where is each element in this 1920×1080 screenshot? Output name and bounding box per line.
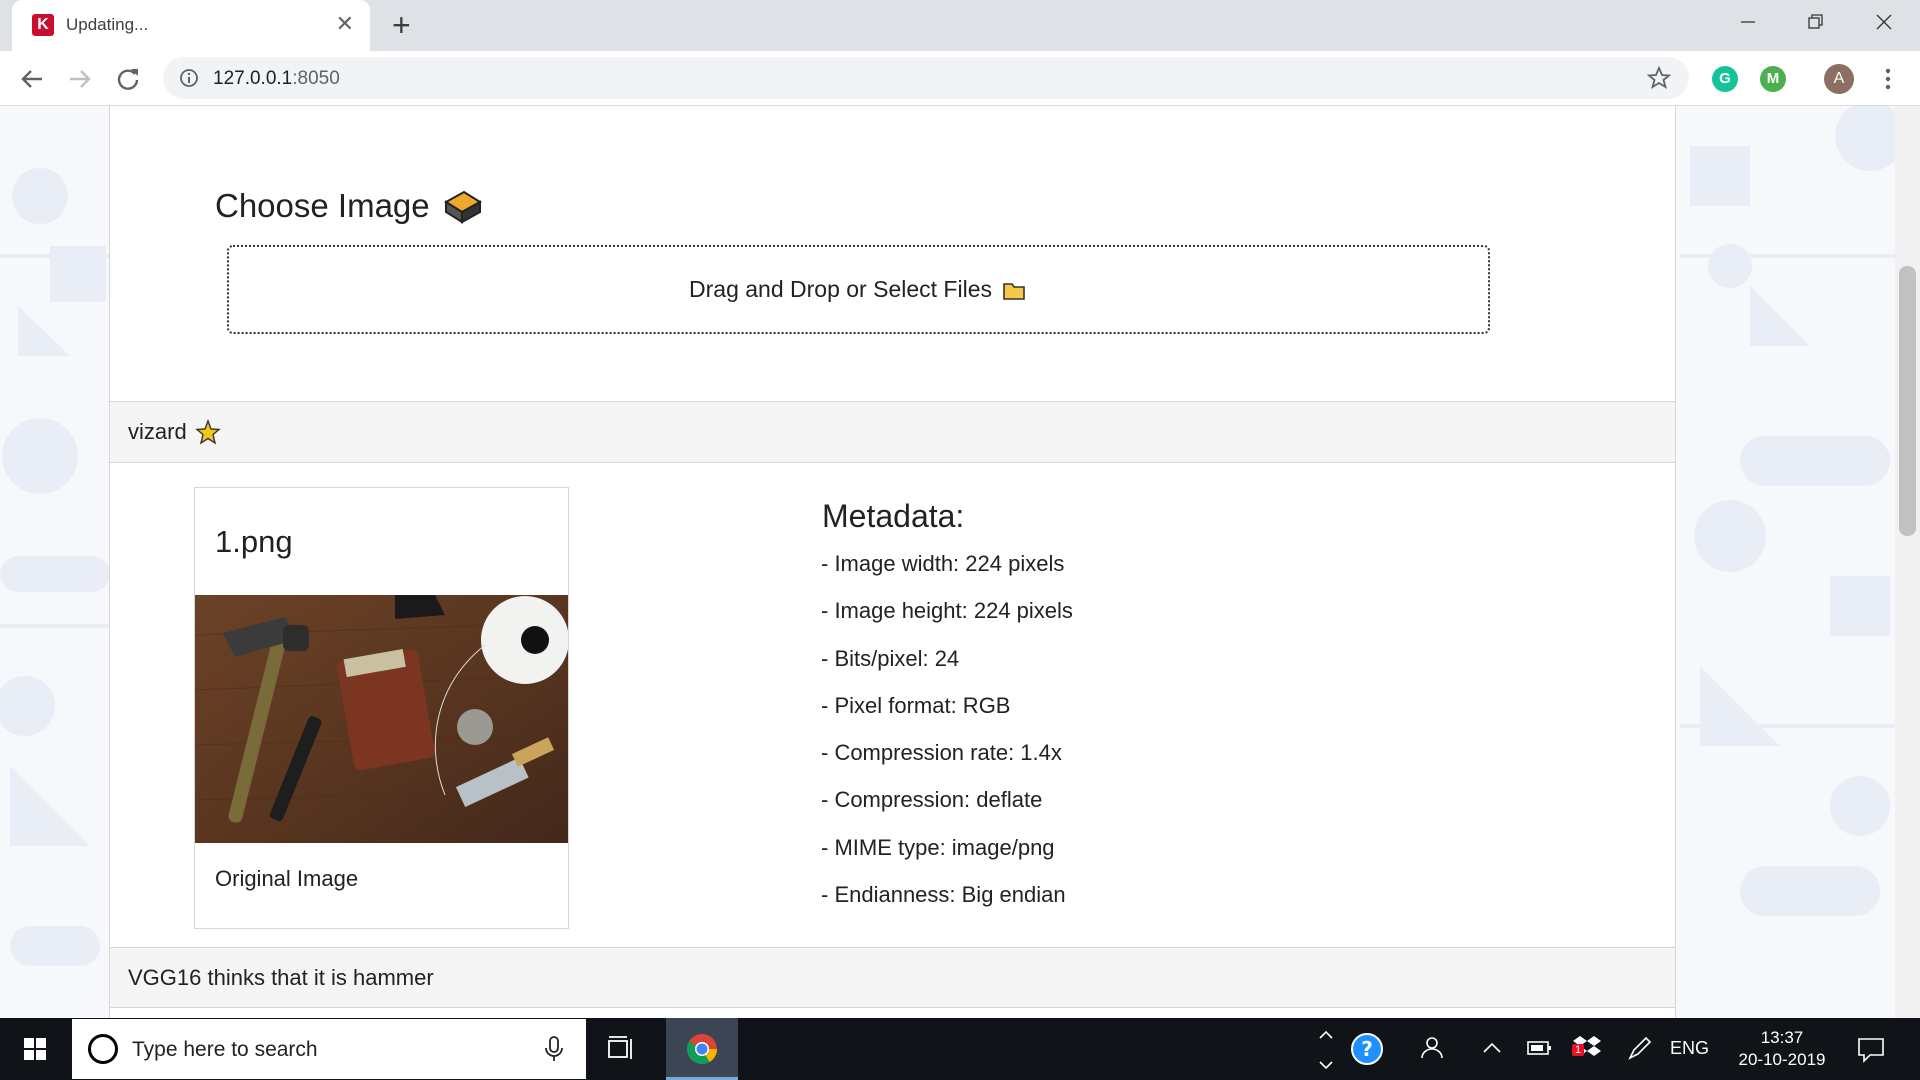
metadata-item: - Compression rate: 1.4x	[821, 740, 1062, 766]
page-scrollbar[interactable]	[1895, 106, 1920, 1018]
windows-taskbar: Type here to search ? 1 ENG 13:37 20-10-…	[0, 1018, 1920, 1080]
prediction-header: VGG16 thinks that it is hammer	[110, 948, 1675, 1008]
metadata-item: - Endianness: Big endian	[821, 882, 1066, 908]
pen-icon[interactable]	[1626, 1034, 1654, 1062]
browser-tab-strip: K Updating... ✕ +	[0, 0, 1920, 51]
original-image	[195, 595, 568, 843]
metadata-item: - Compression: deflate	[821, 787, 1043, 813]
metadata-item: - Image width: 224 pixels	[821, 551, 1065, 576]
star-icon	[194, 419, 221, 445]
metadata-heading: Metadata:	[822, 498, 965, 534]
image-file-name: 1.png	[215, 524, 293, 559]
taskbar-chrome-app[interactable]	[666, 1018, 738, 1080]
url-host: 127.0.0.1	[213, 68, 293, 89]
page-viewport: Choose Image Drag and Drop or Select Fil…	[0, 106, 1920, 1018]
window-restore-button[interactable]	[1792, 0, 1840, 44]
prediction-card: VGG16 thinks that it is hammer	[109, 947, 1676, 1018]
result-card-header: vizard	[110, 402, 1675, 463]
chevron-up-icon[interactable]	[1480, 1038, 1504, 1058]
mercury-extension-icon[interactable]: M	[1760, 66, 1786, 92]
notification-center-icon[interactable]	[1856, 1036, 1886, 1064]
prediction-text: VGG16 thinks that it is hammer	[128, 964, 434, 990]
cortana-icon	[88, 1034, 118, 1064]
url-text[interactable]: 127.0.0.1:8050	[213, 68, 340, 90]
profile-avatar[interactable]: A	[1824, 64, 1854, 94]
result-card: vizard 1.png Original Image Metadata: - …	[109, 401, 1676, 948]
metadata-list: - Image width: 224 pixels - Image height…	[821, 551, 1073, 929]
search-placeholder: Type here to search	[132, 1038, 318, 1061]
people-icon[interactable]	[1418, 1034, 1446, 1062]
browser-menu-icon[interactable]	[1878, 64, 1898, 94]
microphone-icon[interactable]	[544, 1035, 564, 1063]
url-port: :8050	[292, 68, 340, 89]
tab-title: Updating...	[66, 15, 149, 34]
browser-tab[interactable]: K Updating... ✕	[12, 0, 370, 51]
file-dropzone[interactable]: Drag and Drop or Select Files	[227, 245, 1490, 334]
metadata-item: - Image height: 224 pixels	[821, 598, 1073, 624]
tray-notification-badge: 1	[1572, 1044, 1585, 1056]
folder-icon	[1003, 282, 1025, 300]
grammarly-extension-icon[interactable]: G	[1712, 66, 1738, 92]
image-caption: Original Image	[215, 866, 359, 891]
box-icon	[443, 190, 482, 224]
address-bar[interactable]: 127.0.0.1:8050	[163, 57, 1689, 99]
window-minimize-button[interactable]	[1724, 0, 1772, 44]
task-view-icon[interactable]	[606, 1034, 636, 1064]
restore-icon	[1808, 14, 1823, 29]
browser-toolbar: 127.0.0.1:8050 G M	[0, 51, 1920, 106]
minimize-icon	[1741, 21, 1755, 23]
choose-image-heading: Choose Image	[215, 187, 482, 225]
dropbox-tray[interactable]: 1	[1572, 1032, 1606, 1066]
windows-logo-icon	[24, 1038, 46, 1060]
reload-button[interactable]	[114, 65, 142, 93]
metadata-item: - Pixel format: RGB	[821, 692, 1011, 718]
bookmark-star-icon[interactable]	[1647, 66, 1671, 90]
scrollbar-thumb[interactable]	[1899, 266, 1916, 536]
metadata-item: - Bits/pixel: 24	[821, 645, 960, 671]
battery-icon[interactable]	[1526, 1038, 1554, 1058]
tab-close-icon[interactable]: ✕	[336, 12, 354, 36]
close-icon	[1876, 14, 1892, 30]
result-header-text: vizard	[128, 419, 187, 444]
info-icon[interactable]	[179, 68, 199, 88]
arrow-left-icon	[21, 70, 42, 88]
metadata-item: - MIME type: image/png	[821, 834, 1055, 860]
window-close-button[interactable]	[1860, 0, 1908, 44]
reload-icon	[117, 69, 139, 90]
svg-text:?: ?	[1361, 1037, 1373, 1061]
taskbar-search-box[interactable]: Type here to search	[72, 1019, 586, 1079]
clock-date: 20-10-2019	[1738, 1050, 1826, 1069]
new-tab-button[interactable]: +	[392, 8, 411, 42]
system-clock[interactable]: 13:37 20-10-2019	[1712, 1027, 1852, 1071]
arrow-right-icon	[70, 70, 91, 88]
dropzone-label: Drag and Drop or Select Files	[689, 276, 992, 302]
image-preview-card: 1.png Original Image	[194, 487, 569, 929]
choose-image-text: Choose Image	[215, 187, 430, 224]
forward-button[interactable]	[66, 65, 94, 93]
decorative-logo-fragment	[270, 106, 490, 115]
input-language[interactable]: ENG	[1670, 1038, 1709, 1059]
site-favicon-icon: K	[32, 14, 54, 36]
back-button[interactable]	[18, 65, 46, 93]
start-button[interactable]	[0, 1018, 70, 1080]
clock-time: 13:37	[1760, 1028, 1804, 1047]
help-icon[interactable]: ?	[1350, 1032, 1384, 1066]
chrome-icon	[687, 1034, 717, 1065]
taskbar-scroll-arrows-icon[interactable]	[1316, 1026, 1336, 1074]
